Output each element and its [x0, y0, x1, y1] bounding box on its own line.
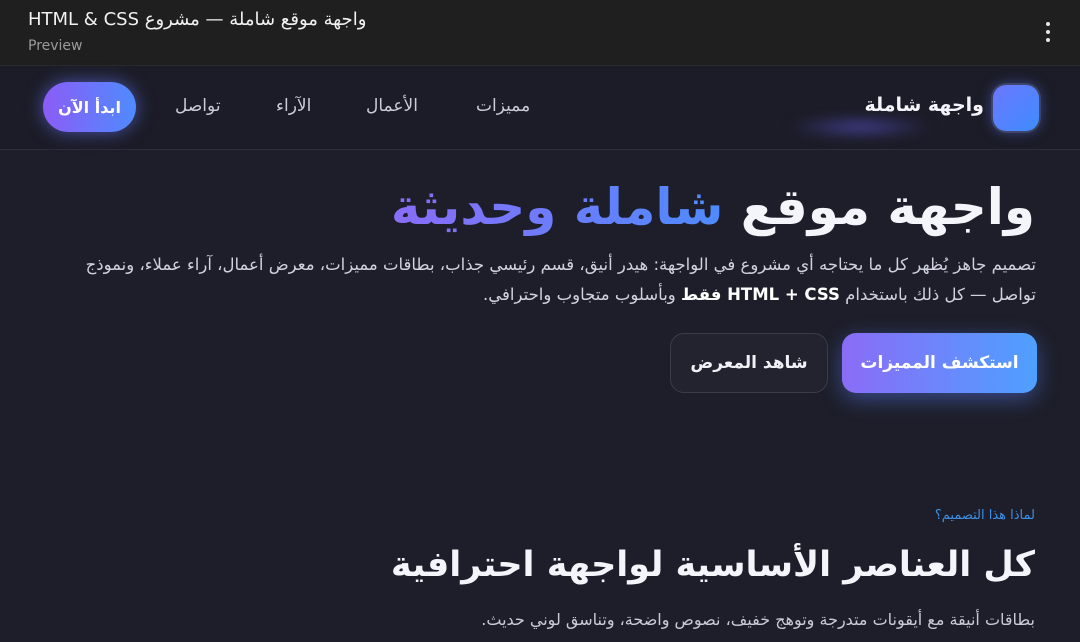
- preview-header: واجهة موقع شاملة — مشروع HTML & CSS Prev…: [0, 0, 1080, 66]
- logo-mark-icon[interactable]: [993, 85, 1039, 131]
- hero-desc-line1: تصميم جاهز يُظهر كل ما يحتاجه أي مشروع ف…: [85, 255, 1036, 274]
- section-title: كل العناصر الأساسية لواجهة احترافية: [390, 545, 1035, 585]
- hero-title: واجهة موقع شاملة وحديثة: [391, 178, 1035, 236]
- hero-description: تصميم جاهز يُظهر كل ما يحتاجه أي مشروع ف…: [46, 250, 1036, 310]
- hero-desc-tech: HTML + CSS فقط: [681, 285, 840, 304]
- section-eyebrow: لماذا هذا التصميم؟: [934, 508, 1035, 523]
- explore-features-button[interactable]: استكشف المميزات: [842, 333, 1037, 393]
- window-subtitle: Preview: [28, 38, 83, 54]
- brand-glow: [785, 116, 935, 138]
- start-now-button[interactable]: ابدأ الآن: [43, 82, 136, 132]
- nav-link-works[interactable]: الأعمال: [366, 96, 418, 116]
- nav-link-testimonials[interactable]: الآراء: [276, 96, 311, 116]
- brand-name[interactable]: واجهة شاملة: [864, 94, 984, 116]
- window-title: واجهة موقع شاملة — مشروع HTML & CSS: [28, 9, 367, 30]
- site-navbar: واجهة شاملة مميزات الأعمال الآراء تواصل …: [0, 66, 1080, 150]
- hero-desc-line2-pre: تواصل — كل ذلك باستخدام: [845, 285, 1036, 304]
- hero-desc-line2-post: وبأسلوب متجاوب واحترافي.: [483, 285, 676, 304]
- nav-link-contact[interactable]: تواصل: [175, 96, 221, 116]
- view-gallery-button[interactable]: شاهد المعرض: [670, 333, 828, 393]
- section-description: بطاقات أنيقة مع أيقونات متدرجة وتوهج خفي…: [481, 610, 1035, 629]
- nav-link-features[interactable]: مميزات: [476, 96, 530, 116]
- hero-title-accent: شاملة وحديثة: [390, 178, 724, 236]
- hero-title-main: واجهة موقع: [740, 178, 1035, 236]
- more-vertical-icon[interactable]: [1040, 20, 1056, 44]
